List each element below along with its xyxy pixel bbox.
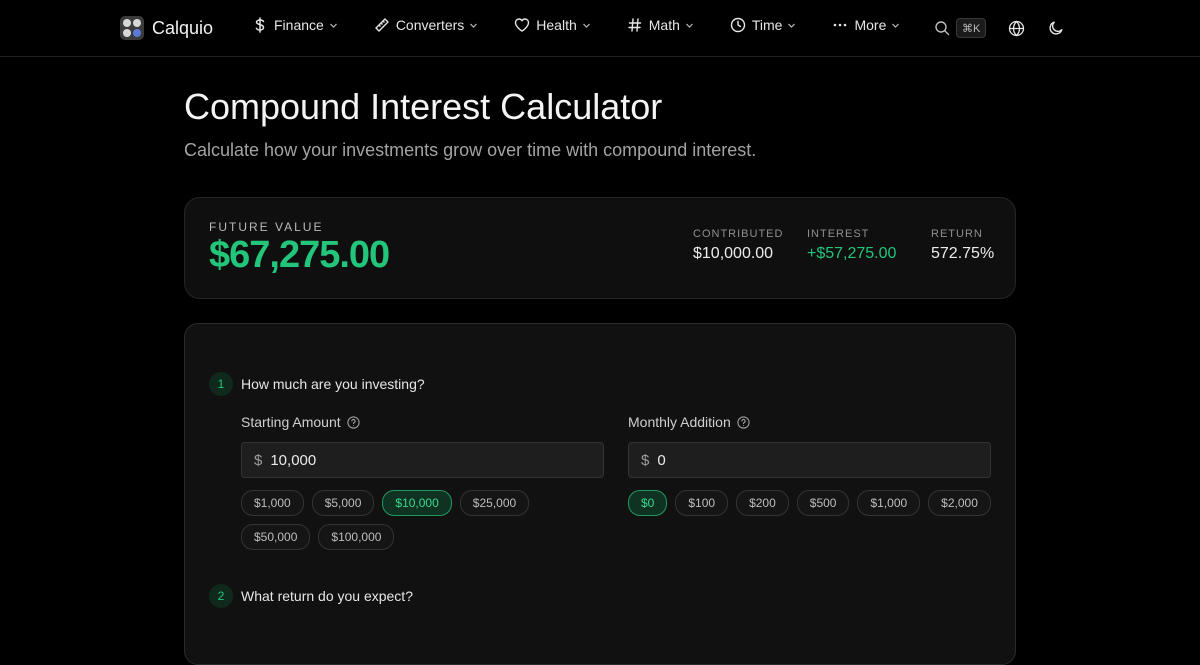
- step-title: What return do you expect?: [241, 588, 413, 604]
- preset-chip-selected[interactable]: $10,000: [382, 490, 452, 516]
- nav-item-health[interactable]: Health: [514, 17, 590, 33]
- starting-amount-label: Starting Amount: [241, 414, 604, 430]
- nav-menu: Finance Converters Health Math Time More: [252, 17, 936, 33]
- dots-icon: [832, 17, 848, 33]
- starting-amount-presets: $1,000 $5,000 $10,000 $25,000 $50,000 $1…: [241, 490, 604, 550]
- future-value: $67,275.00: [209, 234, 390, 276]
- contributed-label: CONTRIBUTED: [693, 228, 784, 240]
- nav-item-label: Health: [536, 17, 577, 33]
- brand-link[interactable]: Calquio: [120, 16, 213, 40]
- calquio-logo-icon: [120, 16, 144, 40]
- preset-chip[interactable]: $25,000: [459, 490, 530, 516]
- monthly-addition-input[interactable]: $ 0: [628, 442, 991, 478]
- nav-item-converters[interactable]: Converters: [374, 17, 478, 33]
- chevron-down-icon: [891, 21, 900, 30]
- page-subtitle: Calculate how your investments grow over…: [184, 140, 757, 160]
- page-title: Compound Interest Calculator: [184, 86, 663, 127]
- search-shortcut-badge: ⌘K: [956, 18, 987, 38]
- field-label-text: Monthly Addition: [628, 414, 731, 430]
- monthly-addition-value: 0: [657, 451, 666, 469]
- globe-icon: [1008, 20, 1025, 37]
- preset-chip[interactable]: $5,000: [311, 490, 375, 516]
- nav-item-label: Math: [648, 17, 680, 33]
- chevron-down-icon: [469, 21, 478, 30]
- contributed-value: $10,000.00: [693, 245, 774, 262]
- chevron-down-icon: [329, 21, 338, 30]
- nav-actions: ⌘K: [934, 16, 1068, 40]
- help-circle-icon[interactable]: [346, 415, 360, 429]
- nav-item-finance[interactable]: Finance: [252, 17, 338, 33]
- future-value-label: FUTURE VALUE: [209, 220, 324, 234]
- moon-icon: [1048, 20, 1064, 36]
- field-label-text: Starting Amount: [241, 414, 341, 430]
- chevron-down-icon: [787, 21, 796, 30]
- starting-amount-field: Starting Amount $ 10,000 $1,000 $5,000 $…: [241, 414, 604, 550]
- interest-label: INTEREST: [807, 228, 870, 240]
- language-button[interactable]: [1004, 16, 1028, 40]
- preset-chip[interactable]: $50,000: [241, 524, 311, 550]
- preset-chip[interactable]: $200: [736, 490, 789, 516]
- nav-item-label: Time: [751, 17, 783, 33]
- theme-toggle-button[interactable]: [1044, 16, 1068, 40]
- monthly-addition-field: Monthly Addition $ 0 $0 $100 $200 $500 $…: [628, 414, 991, 516]
- starting-amount-value: 10,000: [270, 451, 317, 469]
- hash-icon: [627, 17, 643, 33]
- help-circle-icon[interactable]: [737, 415, 750, 429]
- search-button[interactable]: ⌘K: [934, 16, 987, 40]
- nav-item-label: Finance: [274, 17, 324, 33]
- step-number: 2: [209, 584, 233, 608]
- preset-chip[interactable]: $100,000: [318, 524, 395, 550]
- monthly-addition-presets: $0 $100 $200 $500 $1,000 $2,000: [628, 490, 991, 516]
- starting-amount-input[interactable]: $ 10,000: [241, 442, 604, 478]
- contributed-stat: CONTRIBUTED $10,000.00: [693, 228, 783, 263]
- return-value: 572.75%: [931, 245, 995, 262]
- top-navbar: Calquio Finance Converters Health Math T…: [0, 0, 1200, 57]
- nav-item-more[interactable]: More: [832, 17, 900, 33]
- nav-item-label: More: [854, 17, 887, 33]
- interest-value: +$57,275.00: [807, 245, 897, 262]
- step-number: 1: [209, 372, 233, 396]
- currency-symbol: $: [641, 451, 650, 469]
- preset-chip[interactable]: $500: [796, 490, 850, 516]
- step-2-header: 2 What return do you expect?: [209, 584, 413, 608]
- dollar-icon: [252, 17, 268, 33]
- step-1-header: 1 How much are you investing?: [209, 372, 425, 396]
- currency-symbol: $: [254, 451, 263, 469]
- monthly-addition-label: Monthly Addition: [628, 414, 991, 430]
- preset-chip[interactable]: $2,000: [928, 490, 991, 516]
- brand-name: Calquio: [152, 17, 214, 38]
- clock-icon: [730, 17, 746, 33]
- return-stat: RETURN 572.75%: [931, 228, 994, 263]
- chevron-down-icon: [685, 21, 694, 30]
- results-summary-card: FUTURE VALUE $67,275.00 CONTRIBUTED $10,…: [184, 197, 1016, 299]
- nav-item-time[interactable]: Time: [730, 17, 797, 33]
- preset-chip[interactable]: $1,000: [857, 490, 921, 516]
- interest-stat: INTEREST +$57,275.00: [807, 228, 896, 263]
- chevron-down-icon: [582, 21, 591, 30]
- nav-item-math[interactable]: Math: [627, 17, 694, 33]
- step-title: How much are you investing?: [241, 376, 425, 392]
- preset-chip[interactable]: $100: [675, 490, 729, 516]
- return-label: RETURN: [931, 228, 983, 240]
- preset-chip-selected[interactable]: $0: [628, 490, 668, 516]
- search-icon: [934, 20, 950, 36]
- nav-item-label: Converters: [395, 17, 465, 33]
- preset-chip[interactable]: $1,000: [241, 490, 304, 516]
- calculator-form-card: 1 How much are you investing? Starting A…: [184, 323, 1016, 665]
- ruler-icon: [374, 17, 390, 33]
- heart-icon: [514, 17, 530, 33]
